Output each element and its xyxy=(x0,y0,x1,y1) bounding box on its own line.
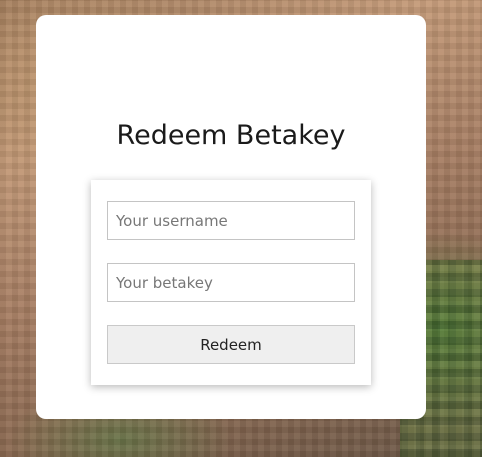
redeem-form: Redeem xyxy=(91,180,371,385)
redeem-card: Redeem Betakey Redeem xyxy=(36,15,426,419)
redeem-button[interactable]: Redeem xyxy=(107,325,355,364)
betakey-input[interactable] xyxy=(107,263,355,302)
page-title: Redeem Betakey xyxy=(116,120,346,151)
username-input[interactable] xyxy=(107,201,355,240)
